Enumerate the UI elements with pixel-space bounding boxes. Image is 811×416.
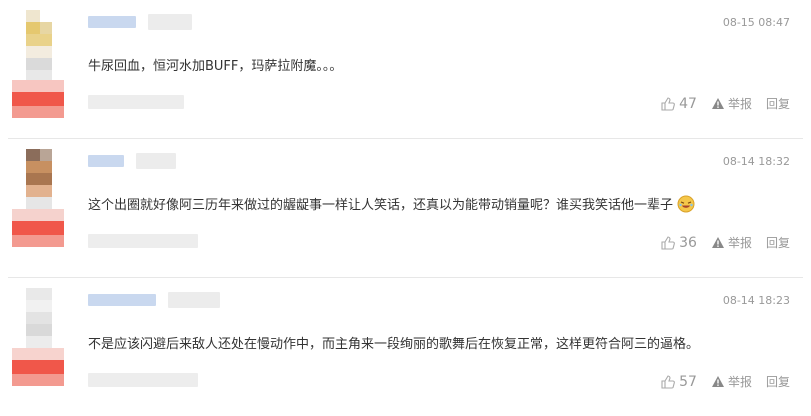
reply-label: 回复 — [765, 97, 790, 111]
like-count: 36 — [679, 234, 697, 251]
thumbs-up-icon — [661, 235, 676, 250]
report-label: 举报 — [727, 97, 752, 111]
comment-text-body: 这个出圈就好像阿三历年来做过的龌龊事一样让人笑话，还真以为能带动销量呢？谁买我笑… — [88, 198, 674, 213]
thumbs-up-icon — [661, 96, 676, 111]
reply-button[interactable]: 回复 — [766, 373, 790, 390]
warning-icon — [711, 98, 724, 109]
report-label: 举报 — [727, 375, 752, 389]
comment-actions: 36 举报 回复 — [646, 234, 790, 251]
reply-label: 回复 — [765, 375, 790, 389]
avatar[interactable] — [12, 10, 64, 120]
reply-button[interactable]: 回复 — [766, 234, 790, 251]
comment-time: 08-14 18:32 — [722, 155, 790, 168]
thumbs-up-icon — [661, 374, 676, 389]
comment-actions: 57 举报 回复 — [646, 373, 790, 390]
comment-item: 08-14 18:23 不是应该闪避后来敌人还处在慢动作中，而主角来一段绚丽的歌… — [0, 278, 811, 416]
reply-button[interactable]: 回复 — [766, 95, 790, 112]
comment-text: 不是应该闪避后来敌人还处在慢动作中，而主角来一段绚丽的歌舞后在恢复正常，这样更符… — [88, 337, 700, 352]
like-button[interactable]: 57 — [660, 374, 697, 390]
comment-text: 这个出圈就好像阿三历年来做过的龌龊事一样让人笑话，还真以为能带动销量呢？谁买我笑… — [88, 194, 695, 213]
comment-item: 08-15 08:47 牛尿回血，恒河水加BUFF，玛萨拉附魔。。。 47 举报… — [0, 0, 811, 139]
report-button[interactable]: 举报 — [711, 234, 752, 251]
like-count: 47 — [679, 95, 697, 112]
like-button[interactable]: 36 — [660, 235, 697, 251]
like-count: 57 — [679, 373, 697, 390]
reply-label: 回复 — [765, 236, 790, 250]
comment-actions: 47 举报 回复 — [646, 95, 790, 112]
comment-item: 08-14 18:32 这个出圈就好像阿三历年来做过的龌龊事一样让人笑话，还真以… — [0, 139, 811, 278]
warning-icon — [711, 376, 724, 387]
comment-time: 08-14 18:23 — [722, 294, 790, 307]
avatar[interactable] — [12, 149, 64, 259]
report-label: 举报 — [727, 236, 752, 250]
report-button[interactable]: 举报 — [711, 95, 752, 112]
avatar[interactable] — [12, 288, 64, 398]
comment-text: 牛尿回血，恒河水加BUFF，玛萨拉附魔。。。 — [88, 59, 343, 74]
laughing-face-icon — [677, 195, 695, 213]
comment-time: 08-15 08:47 — [722, 16, 790, 29]
warning-icon — [711, 237, 724, 248]
report-button[interactable]: 举报 — [711, 373, 752, 390]
like-button[interactable]: 47 — [660, 96, 697, 112]
